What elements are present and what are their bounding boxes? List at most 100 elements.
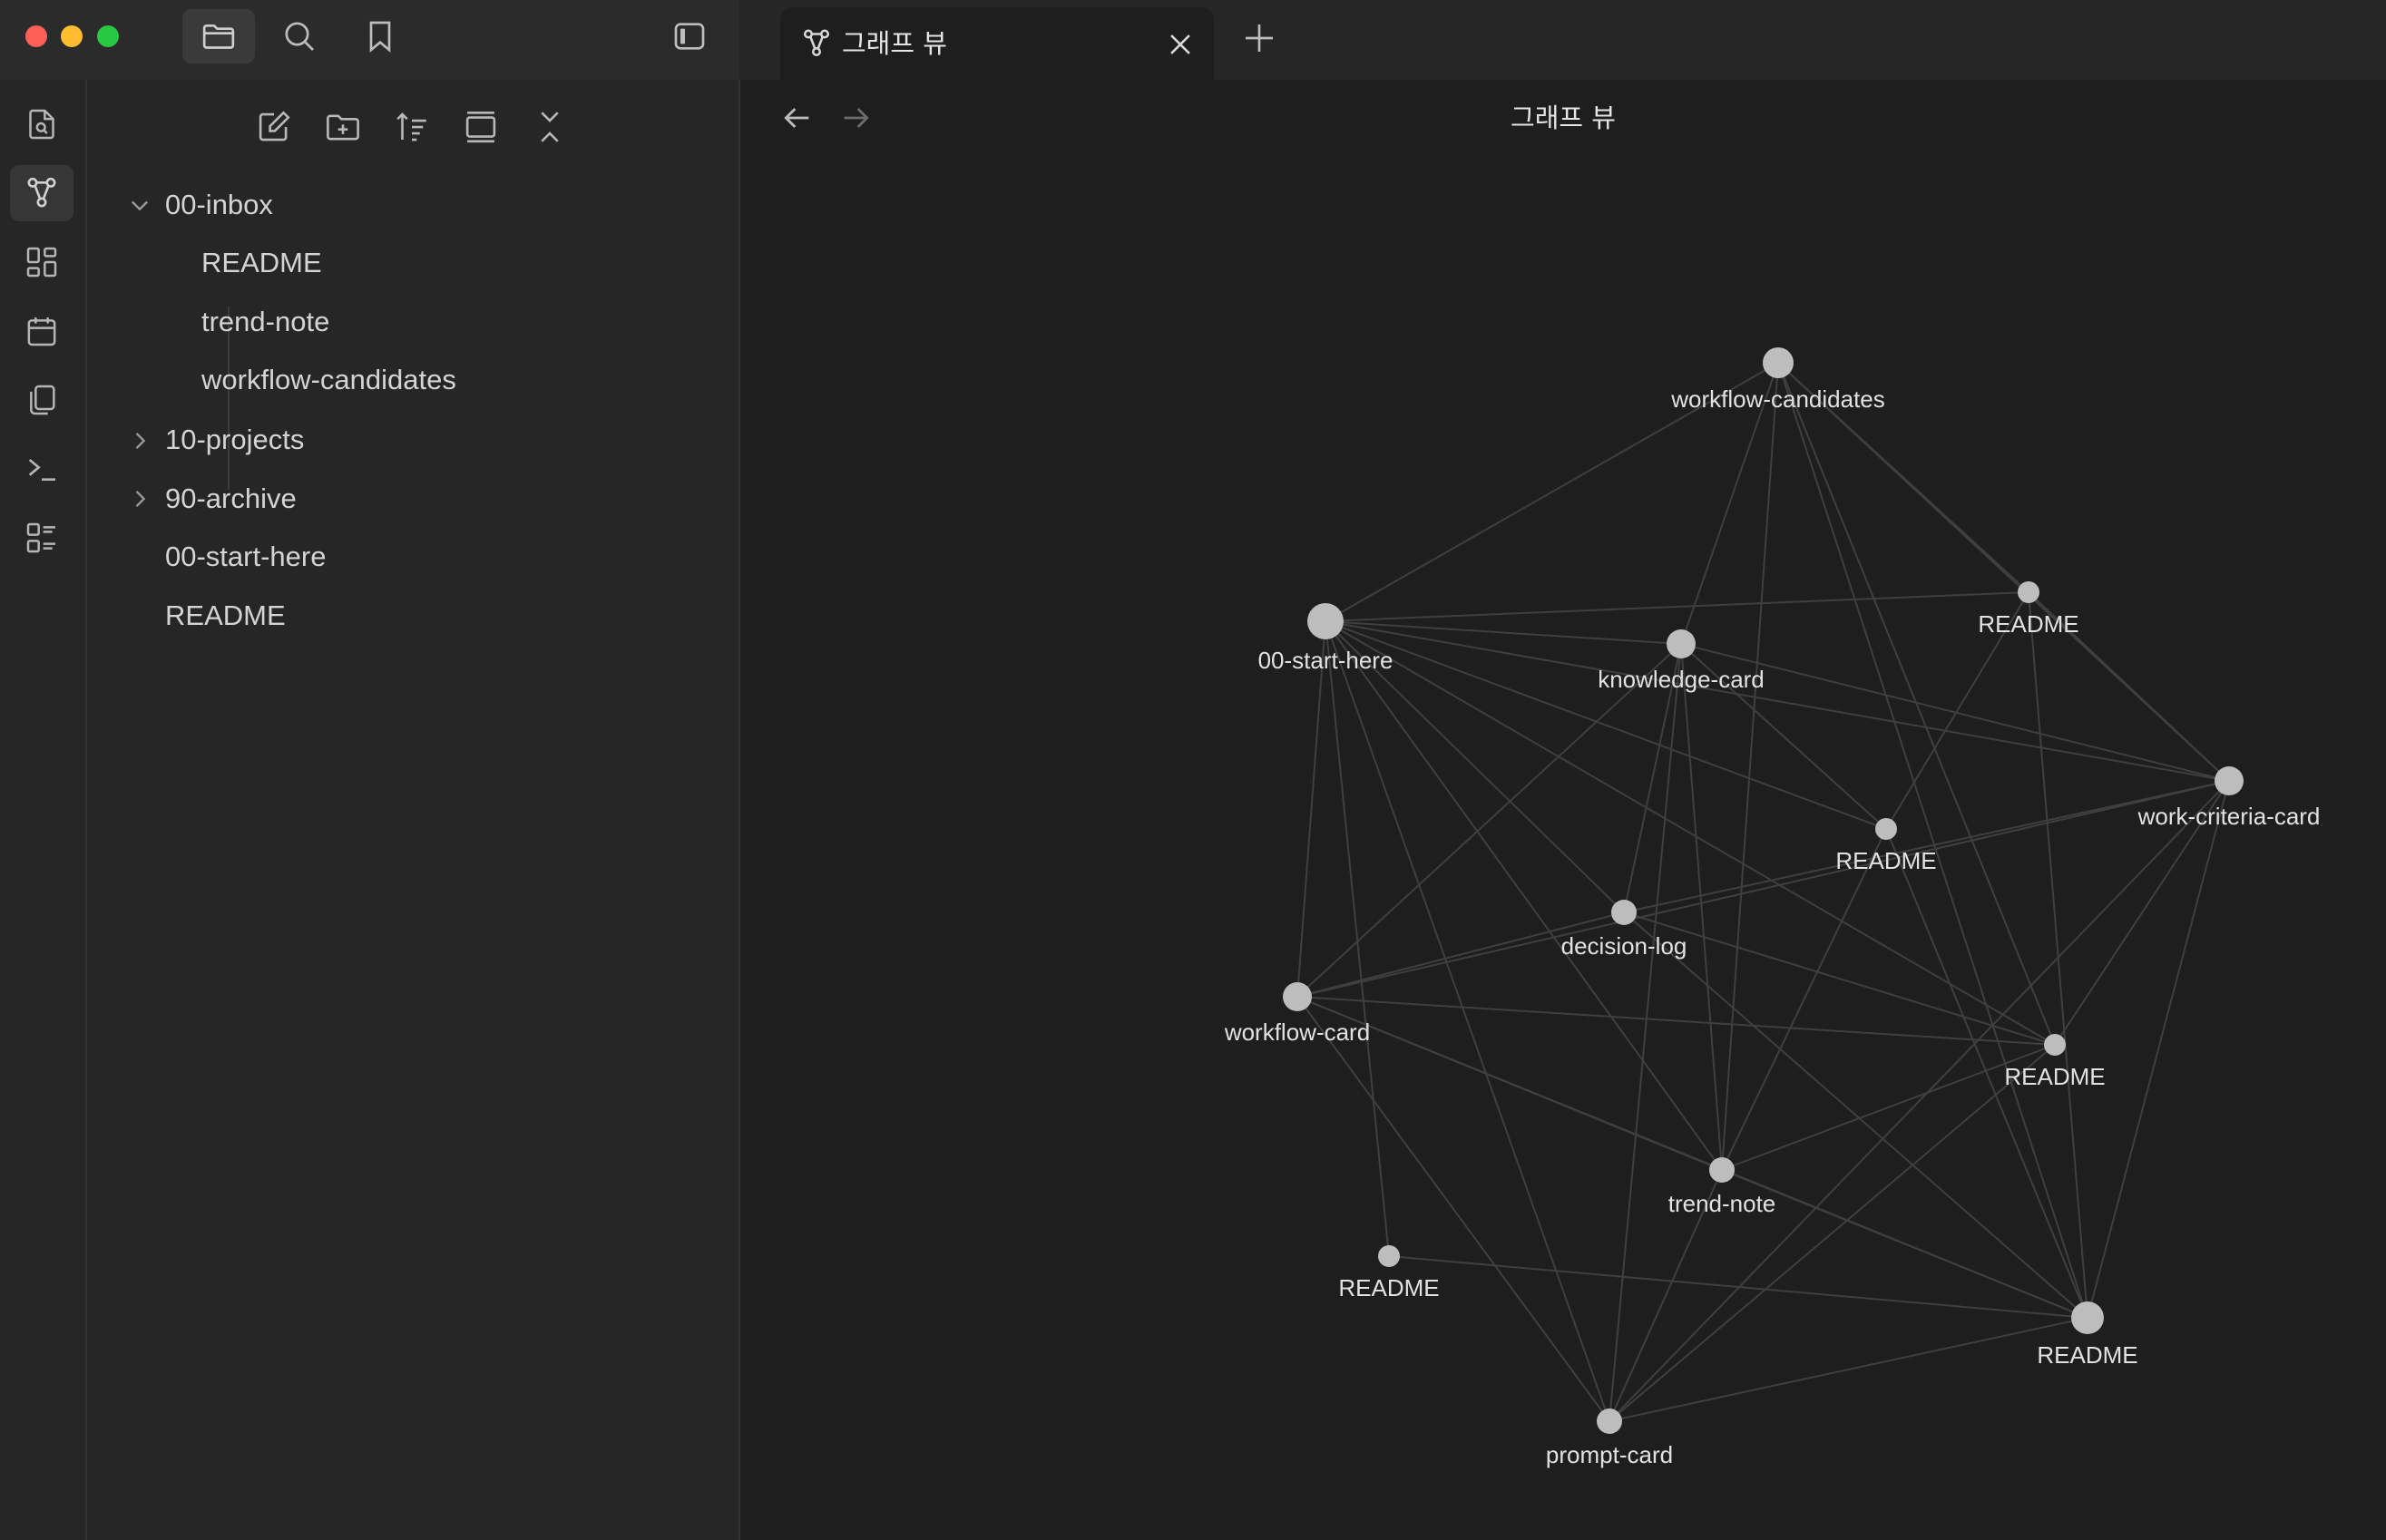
daily-note-button[interactable] bbox=[10, 303, 73, 359]
graph-node-label: decision-log bbox=[1561, 932, 1687, 960]
collapse-all-button[interactable] bbox=[459, 105, 503, 149]
chevron-right-icon[interactable] bbox=[127, 486, 152, 512]
tree-file-readme-root[interactable]: README bbox=[165, 590, 286, 641]
close-window-button[interactable] bbox=[25, 25, 47, 47]
graph-edge bbox=[1296, 620, 1326, 998]
graph-edge bbox=[1777, 362, 2056, 1046]
bases-icon bbox=[26, 522, 55, 553]
graph-node-label: workflow-candidates bbox=[1670, 385, 1885, 413]
tab-title: 그래프 뷰 bbox=[842, 28, 947, 59]
tree-file-00-start-here[interactable]: 00-start-here bbox=[165, 531, 326, 582]
file-explorer-button[interactable] bbox=[182, 9, 255, 63]
graph-node-label: README bbox=[1978, 610, 2078, 638]
graph-node[interactable] bbox=[1709, 1157, 1735, 1183]
graph-edge bbox=[1325, 620, 2230, 782]
graph-node[interactable] bbox=[2018, 581, 2039, 603]
graph-edge bbox=[1623, 911, 2056, 1046]
graph-node-label: 00-start-here bbox=[1258, 647, 1393, 674]
templates-button[interactable] bbox=[10, 372, 73, 428]
graph-edge bbox=[1680, 643, 2230, 782]
graph-node-label: work-criteria-card bbox=[2137, 803, 2321, 830]
search-icon bbox=[285, 22, 314, 51]
quick-switcher-button[interactable] bbox=[10, 96, 73, 152]
graph-node[interactable] bbox=[2044, 1034, 2066, 1056]
graph-edge bbox=[1609, 1044, 2056, 1422]
bookmarks-button[interactable] bbox=[344, 9, 416, 63]
graph-node[interactable] bbox=[1283, 982, 1312, 1011]
tree-file-workflow-candidates[interactable]: workflow-candidates bbox=[201, 355, 456, 405]
graph-node-label: README bbox=[1835, 847, 1936, 874]
title-bar: 그래프 뷰 bbox=[0, 0, 2386, 80]
expand-all-button[interactable] bbox=[528, 105, 572, 149]
graph-node[interactable] bbox=[1307, 603, 1344, 639]
file-explorer: 00-inbox README trend-note workflow-cand… bbox=[87, 80, 740, 1540]
collapse-all-icon bbox=[465, 111, 496, 143]
new-note-button[interactable] bbox=[252, 105, 296, 149]
new-folder-button[interactable] bbox=[321, 105, 365, 149]
graph-edge bbox=[1721, 362, 1779, 1171]
tree-file-readme[interactable]: README bbox=[201, 238, 322, 288]
expand-all-icon bbox=[541, 112, 559, 142]
graph-canvas[interactable]: workflow-candidates README 00-start-here kn… bbox=[740, 80, 2386, 1540]
tree-folder-00-inbox[interactable]: 00-inbox bbox=[165, 180, 273, 230]
graph-node[interactable] bbox=[1378, 1245, 1400, 1267]
graph-node[interactable] bbox=[2215, 766, 2244, 795]
sort-button[interactable] bbox=[390, 105, 434, 149]
graph-edge bbox=[1325, 620, 1887, 830]
folder-icon bbox=[202, 24, 235, 49]
search-button[interactable] bbox=[263, 9, 336, 63]
new-folder-icon bbox=[327, 114, 359, 141]
graph-edge bbox=[1296, 780, 2230, 998]
graph-edge bbox=[1325, 620, 1723, 1171]
graph-edge bbox=[1609, 643, 1682, 1422]
canvas-icon bbox=[26, 247, 57, 278]
tree-folder-90-archive[interactable]: 90-archive bbox=[165, 473, 297, 524]
graph-edge bbox=[1325, 620, 1390, 1257]
graph-node-label: prompt-card bbox=[1546, 1441, 1673, 1468]
graph-node-label: workflow-card bbox=[1224, 1019, 1370, 1046]
chevron-down-icon[interactable] bbox=[127, 192, 152, 218]
close-icon[interactable] bbox=[1165, 29, 1196, 60]
graph-edge bbox=[1623, 911, 2088, 1319]
graph-node[interactable] bbox=[1611, 900, 1637, 925]
graph-edge bbox=[1721, 1169, 2088, 1319]
toggle-sidebar-button[interactable] bbox=[653, 9, 726, 63]
graph-node-label: README bbox=[1338, 1274, 1439, 1301]
graph-edge bbox=[1388, 1255, 2088, 1319]
tree-file-trend-note[interactable]: trend-note bbox=[201, 297, 329, 347]
graph-edge bbox=[1325, 591, 2029, 622]
graph-node-label: trend-note bbox=[1668, 1190, 1776, 1217]
graph-view-button[interactable] bbox=[10, 165, 73, 221]
ribbon bbox=[0, 80, 87, 1540]
tree-folder-10-projects[interactable]: 10-projects bbox=[165, 414, 304, 465]
graph-node[interactable] bbox=[1597, 1408, 1622, 1434]
sidebar-toggle-icon bbox=[674, 23, 705, 50]
tab-graph-view[interactable]: 그래프 뷰 bbox=[780, 7, 1214, 80]
daily-note-icon bbox=[27, 317, 56, 346]
new-tab-icon[interactable] bbox=[1241, 20, 1277, 56]
quick-switcher-icon bbox=[29, 109, 54, 140]
sort-icon bbox=[396, 112, 426, 141]
new-note-icon bbox=[259, 111, 290, 141]
graph-icon bbox=[27, 177, 56, 208]
graph-nodes: workflow-candidates README 00-start-here kn… bbox=[1224, 347, 2321, 1468]
graph-node-label: README bbox=[2037, 1341, 2137, 1369]
bases-button[interactable] bbox=[10, 510, 73, 566]
graph-node[interactable] bbox=[1875, 818, 1897, 840]
templates-icon bbox=[30, 385, 55, 415]
graph-node[interactable] bbox=[1763, 347, 1794, 378]
graph-edge bbox=[2087, 780, 2230, 1319]
graph-node[interactable] bbox=[2071, 1301, 2104, 1334]
graph-edge bbox=[2028, 591, 2088, 1319]
minimize-window-button[interactable] bbox=[61, 25, 83, 47]
command-palette-button[interactable] bbox=[10, 441, 73, 497]
graph-edge bbox=[1609, 780, 2230, 1422]
graph-edge bbox=[1609, 1317, 2088, 1422]
graph-node[interactable] bbox=[1667, 629, 1696, 658]
zoom-window-button[interactable] bbox=[97, 25, 119, 47]
command-palette-icon bbox=[28, 458, 55, 481]
chevron-right-icon[interactable] bbox=[127, 428, 152, 453]
graph-node-label: README bbox=[2004, 1063, 2105, 1090]
canvas-button[interactable] bbox=[10, 234, 73, 290]
app-window: 그래프 뷰 00-inbox README trend-note workflo… bbox=[0, 0, 2386, 1540]
